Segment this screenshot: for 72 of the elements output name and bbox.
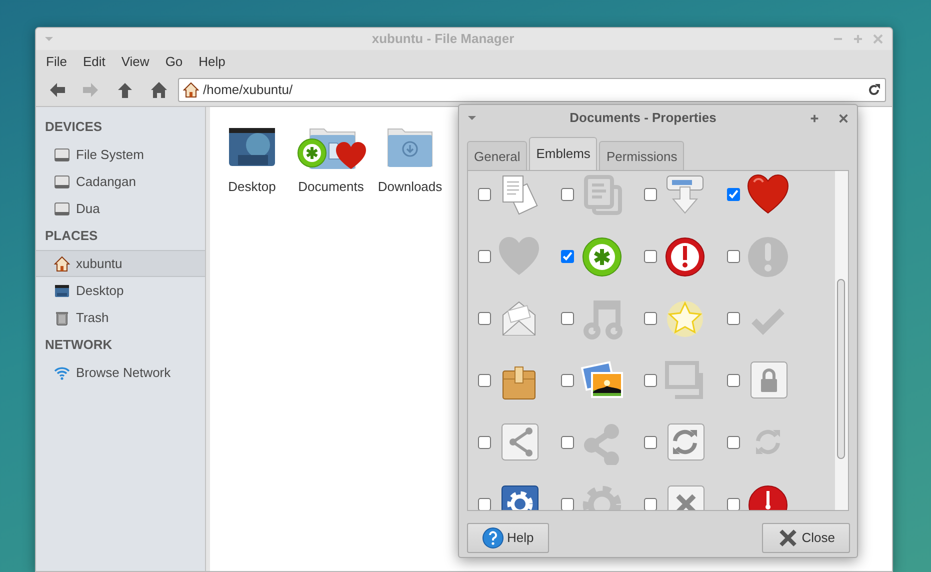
emblem-checkbox[interactable] — [727, 188, 740, 201]
close-button[interactable]: Close — [762, 522, 850, 552]
drive-icon — [54, 174, 70, 190]
menu-item[interactable]: View — [113, 52, 158, 72]
emblem-checkbox[interactable] — [478, 188, 491, 201]
emblem-checkbox[interactable] — [478, 374, 491, 387]
menu-item[interactable]: File — [38, 52, 75, 72]
emblem-checkbox[interactable] — [727, 498, 740, 510]
emblem-checkbox[interactable] — [561, 312, 574, 325]
asterisk-icon — [580, 234, 624, 278]
help-button[interactable]: Help — [467, 522, 549, 552]
close-icon[interactable] — [838, 112, 849, 124]
folder-item[interactable]: Desktop — [214, 123, 290, 196]
tab[interactable]: Permissions — [599, 141, 684, 170]
emblem-checkbox[interactable] — [644, 436, 657, 449]
emblem-checkbox[interactable] — [727, 436, 740, 449]
emblem-checkbox[interactable] — [561, 498, 574, 510]
tab[interactable]: Emblems — [529, 137, 598, 170]
menu-item[interactable]: Go — [157, 52, 191, 72]
emblem-checkbox[interactable] — [644, 188, 657, 201]
sidebar-item[interactable]: Desktop — [36, 277, 205, 304]
trash-icon — [54, 310, 70, 326]
location-bar[interactable]: /home/xubuntu/ — [178, 78, 886, 102]
drive-icon — [54, 146, 70, 162]
window-menu-icon[interactable] — [467, 113, 477, 123]
folder-item[interactable]: Documents — [293, 123, 369, 196]
emblem-checkbox[interactable] — [644, 498, 657, 510]
sidebar-item[interactable]: xubuntu — [36, 250, 205, 277]
exclamation-icon — [663, 234, 707, 278]
window-title: xubuntu - File Manager — [370, 30, 516, 48]
help-icon — [482, 526, 504, 548]
home-icon — [149, 80, 169, 100]
reload-icon[interactable] — [867, 83, 881, 97]
location-field[interactable]: /home/xubuntu/ — [203, 80, 863, 100]
dialog-title: Documents - Properties — [568, 109, 718, 128]
emblem-checkbox[interactable] — [561, 436, 574, 449]
forward-arrow-icon — [81, 80, 101, 100]
emblem-checkbox[interactable] — [478, 312, 491, 325]
sidebar-item[interactable]: Cadangan — [36, 168, 205, 195]
menu-item[interactable]: Help — [190, 52, 234, 72]
sidebar-item[interactable]: Trash — [36, 304, 205, 331]
emblem-checkbox[interactable] — [727, 374, 740, 387]
emblem-checkbox[interactable] — [478, 250, 491, 263]
section-heading: DEVICES — [44, 118, 104, 136]
home-icon — [183, 82, 199, 98]
home-icon — [54, 256, 70, 272]
wifi-icon — [54, 364, 70, 380]
emblem-checkbox[interactable] — [644, 374, 657, 387]
drive-icon — [54, 200, 70, 216]
emblem-checkbox[interactable] — [478, 436, 491, 449]
emblem-checkbox[interactable] — [478, 498, 491, 510]
emblem-checkbox[interactable] — [561, 188, 574, 201]
monitor-icon — [54, 282, 70, 298]
sidebar-item[interactable]: File System — [36, 141, 205, 168]
emblem-checkbox[interactable] — [644, 250, 657, 263]
tab[interactable]: General — [467, 141, 528, 170]
section-heading: PLACES — [44, 227, 99, 245]
sidebar-item[interactable]: Browse Network — [36, 359, 205, 386]
close-icon — [776, 526, 799, 548]
folder-item[interactable]: Downloads — [372, 123, 448, 196]
section-heading: NETWORK — [44, 336, 114, 354]
sidebar-item[interactable]: Dua — [36, 195, 205, 222]
scrollbar-thumb[interactable] — [837, 278, 845, 458]
emblem-checkbox[interactable] — [561, 250, 574, 263]
emblem-checkbox[interactable] — [561, 374, 574, 387]
menu-item[interactable]: Edit — [74, 52, 114, 72]
heart-icon — [746, 172, 790, 216]
emblem-checkbox[interactable] — [727, 250, 740, 263]
emblem-checkbox[interactable] — [727, 312, 740, 325]
maximize-icon[interactable] — [809, 112, 820, 124]
exclamation-icon — [746, 234, 790, 278]
emblem-checkbox[interactable] — [644, 312, 657, 325]
